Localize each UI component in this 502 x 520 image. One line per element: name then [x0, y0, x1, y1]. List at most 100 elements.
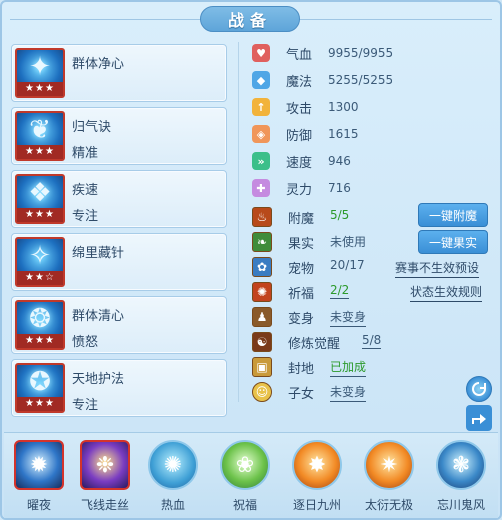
attr-row-defense: ◈ 防御 1615	[252, 123, 359, 145]
one-click-enchant-button[interactable]: 一键附魔	[418, 203, 488, 227]
star-rating: ★★★	[17, 82, 63, 96]
skill-sub: 专注	[72, 398, 99, 413]
attr-row-spirit: ✚ 灵力 716	[252, 177, 351, 199]
skill-icon: ❂ ★★★	[15, 300, 65, 350]
attr-value: 716	[328, 181, 351, 195]
skill-icon: ❖ ★★★	[15, 174, 65, 224]
spirit-icon: ✚	[252, 179, 270, 197]
speed-icon: »	[252, 152, 270, 170]
skill-name: 群体清心	[72, 309, 125, 324]
skill-glyph-icon: ❦	[29, 115, 51, 145]
status-value: 5/5	[330, 208, 350, 222]
refresh-icon[interactable]	[466, 376, 492, 402]
night-icon: ✹	[14, 440, 64, 490]
blessing-icon: ❀	[220, 440, 270, 490]
diamond-icon: ◆	[252, 71, 270, 89]
skill-sub: 专注	[72, 209, 99, 224]
bottom-item-2[interactable]: ❉ 飞线走丝	[72, 436, 138, 518]
status-value[interactable]: 5/8	[362, 333, 382, 349]
shield-icon: ◈	[252, 125, 270, 143]
status-row-transform: ♟ 变身	[252, 306, 314, 328]
status-row-bless: ✺ 祈福	[252, 281, 314, 303]
status-label: 变身	[288, 311, 315, 327]
skill-glyph-icon: ✦	[29, 52, 51, 82]
preset-link[interactable]: 赛事不生效预设	[395, 259, 480, 278]
status-label: 附魔	[288, 211, 315, 227]
bottom-item-1[interactable]: ✹ 曜夜	[6, 436, 72, 518]
sun-icon: ✸	[292, 440, 342, 490]
attr-row-speed: » 速度 946	[252, 150, 351, 172]
status-value[interactable]: 2/2	[330, 283, 350, 299]
bottom-item-3[interactable]: ✺ 热血	[140, 436, 206, 518]
skill-card-3[interactable]: ❖ ★★★ 疾速 专注	[11, 170, 227, 228]
skill-glyph-icon: ✧	[29, 241, 51, 271]
status-value[interactable]: 已加成	[330, 358, 367, 377]
status-row-children: ☺ 子女	[252, 381, 314, 403]
status-row-enchant: ♨ 附魔	[252, 206, 314, 228]
enchant-icon: ♨	[252, 207, 272, 227]
status-label: 封地	[288, 361, 315, 377]
bottom-label: 忘川鬼风	[436, 498, 485, 512]
status-value: 未使用	[330, 235, 367, 249]
ghost-wind-icon: ❃	[436, 440, 486, 490]
skill-sub: 精准	[72, 146, 99, 161]
status-row-fruit: ❧ 果实	[252, 231, 314, 253]
star-rating: ★★☆	[17, 271, 63, 285]
attr-label: 防御	[286, 128, 313, 144]
attr-value: 5255/5255	[328, 73, 394, 87]
pet-icon: ✿	[252, 257, 272, 277]
status-value: 20/17	[330, 258, 365, 272]
attr-label: 魔法	[286, 74, 313, 90]
bottom-label: 曜夜	[26, 498, 51, 512]
fruit-icon: ❧	[252, 232, 272, 252]
skill-card-6[interactable]: ✪ ★★★ 天地护法 专注	[11, 359, 227, 417]
bottom-item-6[interactable]: ✷ 太衍无极	[356, 436, 422, 518]
fief-icon: ▣	[252, 357, 272, 377]
skill-name: 群体净心	[72, 57, 125, 72]
cultivate-icon: ☯	[252, 332, 272, 352]
blood-icon: ✺	[148, 440, 198, 490]
skill-card-2[interactable]: ❦ ★★★ 归气诀 精准	[11, 107, 227, 165]
attr-value: 1615	[328, 127, 359, 141]
attack-icon: ↑	[252, 98, 270, 116]
bottom-label: 飞线走丝	[80, 498, 129, 512]
transform-icon: ♟	[252, 307, 272, 327]
status-value[interactable]: 未变身	[330, 383, 367, 402]
bottom-item-7[interactable]: ❃ 忘川鬼风	[428, 436, 494, 518]
children-icon: ☺	[252, 382, 272, 402]
bottom-label: 太衍无极	[364, 498, 413, 512]
skill-card-4[interactable]: ✧ ★★☆ 绵里藏针	[11, 233, 227, 291]
one-click-fruit-button[interactable]: 一键果实	[418, 230, 488, 254]
attr-value: 9955/9955	[328, 46, 394, 60]
status-label: 子女	[288, 386, 315, 402]
bottom-item-4[interactable]: ❀ 祝福	[212, 436, 278, 518]
bottom-label: 热血	[160, 498, 185, 512]
attr-value: 946	[328, 154, 351, 168]
attr-row-hp: ♥ 气血 9955/9955	[252, 42, 393, 64]
star-rating: ★★★	[17, 334, 63, 348]
skill-card-1[interactable]: ✦ ★★★ 群体净心	[11, 44, 227, 102]
skill-card-5[interactable]: ❂ ★★★ 群体清心 愤怒	[11, 296, 227, 354]
status-row-fief: ▣ 封地	[252, 356, 314, 378]
share-icon[interactable]	[466, 405, 492, 431]
thread-icon: ❉	[80, 440, 130, 490]
skill-glyph-icon: ❖	[28, 178, 52, 208]
page-title: 战备	[200, 6, 300, 32]
status-value[interactable]: 未变身	[330, 308, 367, 327]
column-divider	[238, 42, 239, 402]
skill-name: 归气诀	[72, 120, 112, 135]
skill-icon: ✧ ★★☆	[15, 237, 65, 287]
status-label: 祈福	[288, 286, 315, 302]
skill-icon: ❦ ★★★	[15, 111, 65, 161]
status-row-pet: ✿ 宠物	[252, 256, 314, 278]
bottom-item-5[interactable]: ✸ 逐日九州	[284, 436, 350, 518]
attr-value: 1300	[328, 100, 359, 114]
attr-label: 灵力	[286, 182, 313, 198]
attr-label: 气血	[286, 47, 313, 63]
skill-glyph-icon: ✪	[29, 367, 51, 397]
status-label: 果实	[288, 236, 315, 252]
rules-link[interactable]: 状态生效规则	[410, 283, 483, 302]
taiji-icon: ✷	[364, 440, 414, 490]
skill-icon: ✪ ★★★	[15, 363, 65, 413]
skill-name: 疾速	[72, 183, 99, 198]
